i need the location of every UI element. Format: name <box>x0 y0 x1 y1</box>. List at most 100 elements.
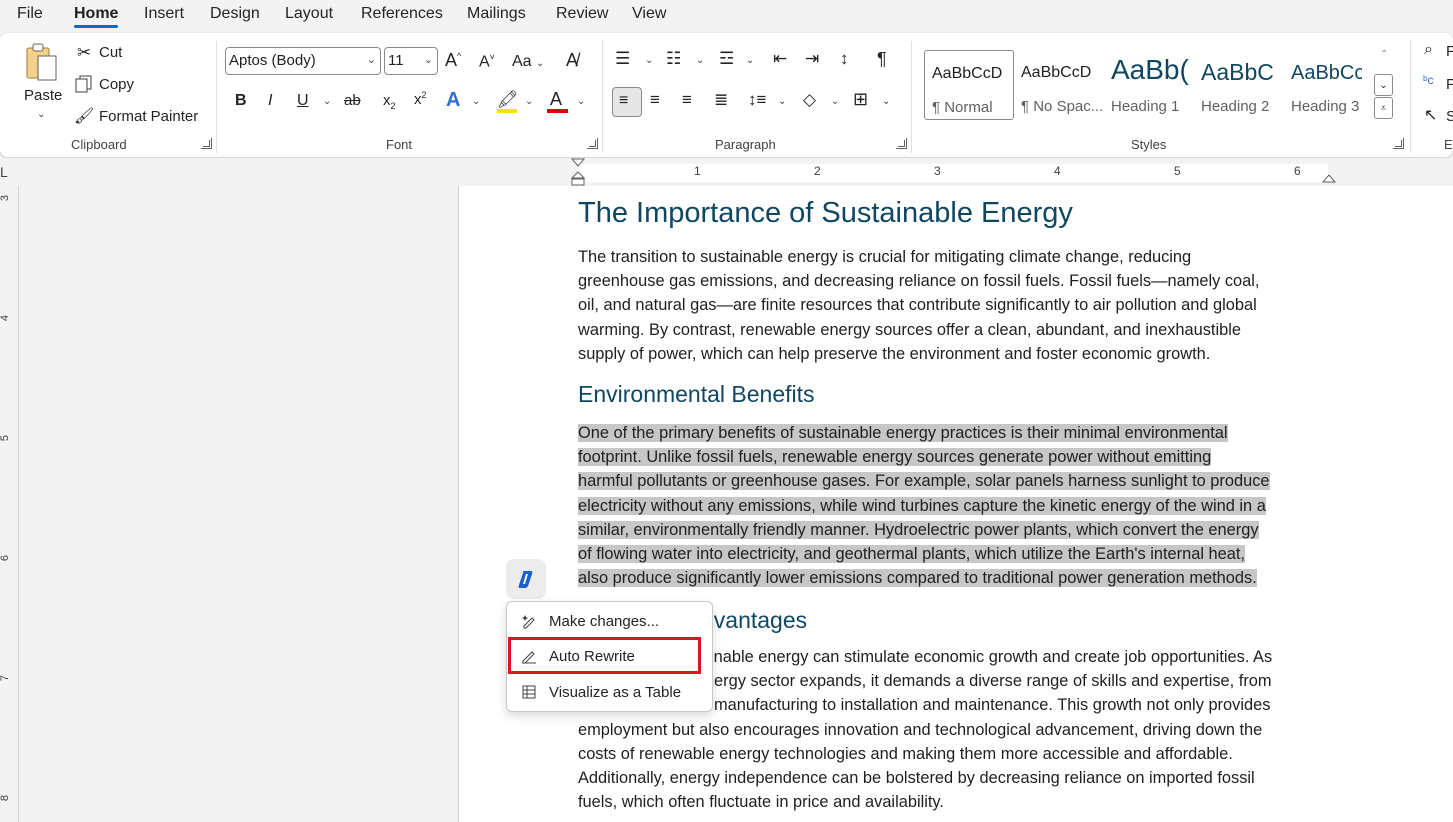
style-heading-2[interactable]: AaBbC Heading 2 <box>1194 50 1284 120</box>
styles-gallery: AaBbCcD ¶ Normal AaBbCcD ¶ No Spac... Aa… <box>923 48 1395 122</box>
indent-marker-icon[interactable] <box>570 158 586 186</box>
heading-environmental-benefits[interactable]: Environmental Benefits <box>578 381 815 408</box>
menu-item-visualize-table[interactable]: Visualize as a Table <box>509 675 710 709</box>
font-name-field[interactable]: Aptos (Body) ⌄ <box>225 47 381 75</box>
selected-paragraph[interactable]: One of the primary benefits of sustainab… <box>578 421 1334 590</box>
tab-layout[interactable]: Layout <box>285 5 333 23</box>
ruler-number: 1 <box>694 164 701 178</box>
tab-home[interactable]: Home <box>74 5 119 28</box>
ruler-number: 4 <box>1054 164 1061 178</box>
menu-item-auto-rewrite[interactable]: Auto Rewrite <box>509 639 710 673</box>
document-title[interactable]: The Importance of Sustainable Energy <box>578 197 1073 230</box>
strikethrough-icon[interactable]: ab <box>344 92 361 109</box>
highlight-chevron-icon[interactable]: ⌄ <box>525 96 533 107</box>
grow-font-icon[interactable]: A^ <box>445 50 461 71</box>
clipboard-launcher-icon[interactable] <box>201 138 212 149</box>
ruler-number: 7 <box>0 674 12 682</box>
superscript-icon[interactable]: x2 <box>414 90 427 108</box>
vertical-ruler[interactable]: 3 4 5 6 7 8 <box>0 186 19 822</box>
bullets-icon[interactable]: ☰ <box>615 49 630 69</box>
selected-text-line: similar, environmentally friendly manner… <box>578 520 1259 539</box>
change-case-button[interactable]: Aa ⌄ <box>512 53 544 71</box>
menu-item-make-changes[interactable]: Make changes... <box>509 604 710 638</box>
font-size-value: 11 <box>388 52 404 69</box>
underline-chevron-icon[interactable]: ⌄ <box>323 96 331 107</box>
tab-insert[interactable]: Insert <box>144 5 184 23</box>
numbering-icon[interactable]: ☷ <box>666 49 681 69</box>
shading-chevron-icon[interactable]: ⌄ <box>831 96 839 107</box>
cut-button[interactable]: Cut <box>99 44 122 61</box>
text-line: oil, and natural gas—are finite resource… <box>578 296 1257 315</box>
format-painter-icon[interactable]: 🖌 <box>74 106 94 126</box>
numbering-chevron-icon[interactable]: ⌄ <box>696 55 704 66</box>
styles-scroll-down-icon[interactable]: ⌄ <box>1374 74 1393 96</box>
multilevel-chevron-icon[interactable]: ⌄ <box>746 55 754 66</box>
multilevel-list-icon[interactable]: ☲ <box>719 49 734 69</box>
tab-review[interactable]: Review <box>556 5 608 23</box>
text-effects-icon[interactable]: A <box>446 89 460 112</box>
subscript-icon[interactable]: x2 <box>383 92 396 111</box>
borders-chevron-icon[interactable]: ⌄ <box>882 96 890 107</box>
highlight-icon[interactable]: 🖍 <box>497 90 519 110</box>
copy-button[interactable]: Copy <box>99 76 134 93</box>
style-no-spacing[interactable]: AaBbCcD ¶ No Spac... <box>1014 50 1104 120</box>
style-name: Heading 1 <box>1111 98 1180 115</box>
bold-icon[interactable]: B <box>235 92 247 110</box>
underline-icon[interactable]: U <box>297 92 309 110</box>
font-size-field[interactable]: 11 ⌄ <box>384 47 438 75</box>
align-left-button[interactable]: ≡ <box>612 87 642 117</box>
tab-selector-icon[interactable]: L <box>0 164 8 180</box>
font-color-chevron-icon[interactable]: ⌄ <box>577 96 585 107</box>
find-button[interactable]: F <box>1446 43 1453 60</box>
tab-view[interactable]: View <box>632 5 666 23</box>
right-indent-marker-icon[interactable] <box>1321 171 1337 183</box>
horizontal-ruler[interactable]: 1 2 3 4 5 6 L <box>0 158 1453 186</box>
paragraph-launcher-icon[interactable] <box>896 138 907 149</box>
increase-indent-icon[interactable]: ⇥ <box>805 49 819 69</box>
format-painter-button[interactable]: Format Painter <box>99 108 198 125</box>
style-heading-3[interactable]: AaBbCc Heading 3 <box>1284 50 1362 120</box>
align-right-icon[interactable]: ≡ <box>682 90 692 110</box>
style-heading-1[interactable]: AaBb( Heading 1 <box>1104 50 1194 120</box>
font-color-icon[interactable]: A <box>550 89 562 110</box>
paste-label[interactable]: Paste <box>24 87 62 104</box>
copilot-button[interactable] <box>506 559 546 599</box>
line-spacing-icon[interactable]: ↕≡ <box>748 90 766 110</box>
justify-icon[interactable]: ≣ <box>714 90 728 110</box>
show-formatting-icon[interactable]: ¶ <box>877 49 887 70</box>
selected-text-line: footprint. Unlike fossil fuels, renewabl… <box>578 448 1212 467</box>
tab-references[interactable]: References <box>361 5 443 23</box>
heading-economic-advantages[interactable]: dvantages <box>701 607 807 634</box>
tab-file[interactable]: File <box>17 5 43 23</box>
paste-icon[interactable] <box>20 41 62 85</box>
decrease-indent-icon[interactable]: ⇤ <box>773 49 787 69</box>
styles-launcher-icon[interactable] <box>1393 138 1404 149</box>
clear-formatting-icon[interactable]: A̸ <box>566 50 578 71</box>
cut-icon[interactable]: ✂ <box>77 43 91 63</box>
paste-chevron-icon[interactable]: ⌄ <box>37 109 45 120</box>
borders-icon[interactable]: ⊞ <box>853 89 868 110</box>
find-icon[interactable]: ⌕ <box>1424 41 1433 59</box>
ruler-number: 4 <box>0 314 12 322</box>
styles-more-icon[interactable]: ⩡ <box>1374 97 1393 119</box>
replace-button[interactable]: F <box>1446 76 1453 93</box>
style-normal[interactable]: AaBbCcD ¶ Normal <box>924 50 1014 120</box>
text-effects-chevron-icon[interactable]: ⌄ <box>472 96 480 107</box>
line-spacing-chevron-icon[interactable]: ⌄ <box>778 96 786 107</box>
font-launcher-icon[interactable] <box>587 138 598 149</box>
intro-paragraph[interactable]: The transition to sustainable energy is … <box>578 245 1334 366</box>
align-center-icon[interactable]: ≡ <box>650 90 660 110</box>
sort-icon[interactable]: ↕ <box>840 49 849 69</box>
shrink-font-icon[interactable]: A˅ <box>479 52 495 71</box>
tab-design[interactable]: Design <box>210 5 260 23</box>
select-button[interactable]: S <box>1446 108 1453 125</box>
shading-icon[interactable]: ◇ <box>803 90 816 110</box>
ruler-number: 6 <box>1294 164 1301 178</box>
tab-mailings[interactable]: Mailings <box>467 5 526 23</box>
copy-icon[interactable] <box>75 75 93 97</box>
select-icon[interactable]: ↖ <box>1424 105 1437 125</box>
replace-icon[interactable]: ᵇc <box>1423 73 1434 87</box>
bullets-chevron-icon[interactable]: ⌄ <box>645 55 653 66</box>
styles-scroll-up-icon[interactable]: ⌃ <box>1380 49 1388 60</box>
italic-icon[interactable]: I <box>268 92 272 110</box>
